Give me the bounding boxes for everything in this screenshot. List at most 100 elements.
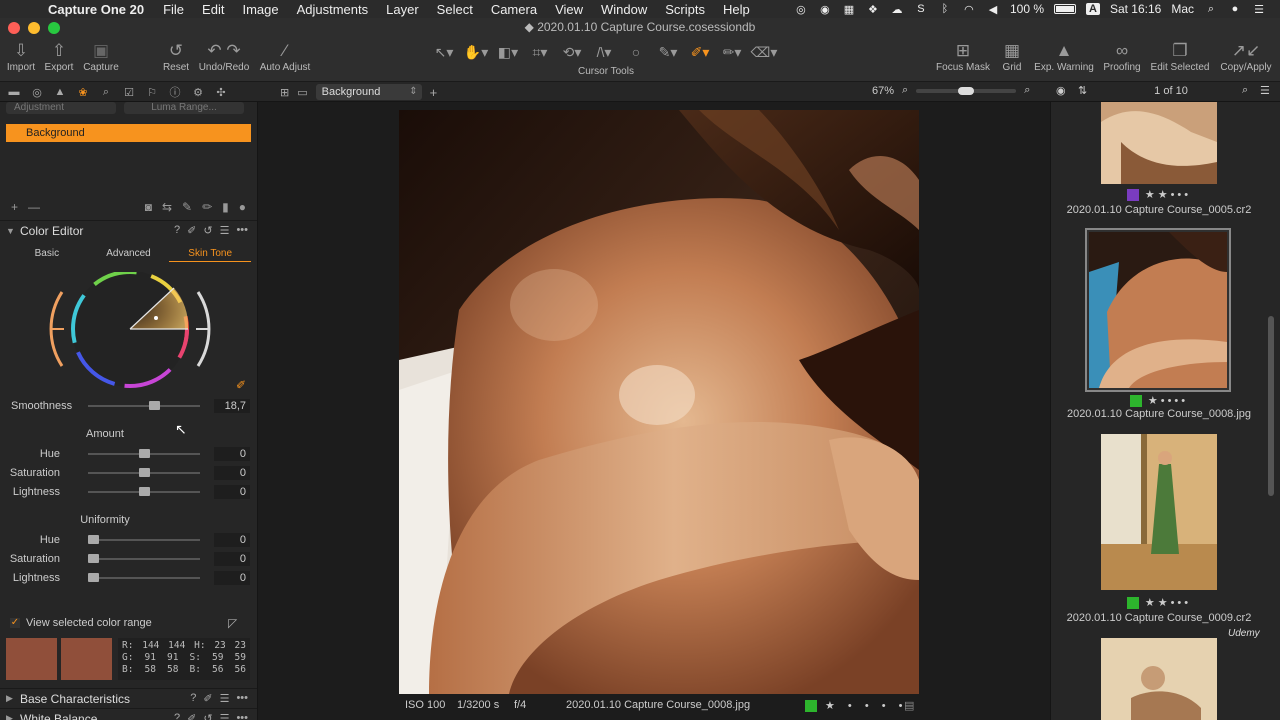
layer-mask-icon[interactable]: ◙: [140, 200, 157, 214]
reset-tool-icon[interactable]: ↺: [203, 224, 212, 237]
copy-apply-button[interactable]: ↗↙ Copy/Apply: [1216, 40, 1276, 73]
image-viewer[interactable]: [258, 102, 1050, 696]
uniformity-lightness-slider[interactable]: [88, 573, 200, 582]
slider-knob[interactable]: [139, 487, 150, 496]
more-icon[interactable]: •••: [236, 692, 248, 705]
presets-icon[interactable]: ☰: [220, 712, 230, 720]
siri-icon[interactable]: ●: [1228, 3, 1242, 15]
cloud-icon[interactable]: ☁: [890, 3, 904, 16]
spotlight-search-icon[interactable]: ⌕: [1204, 3, 1218, 15]
spot-removal-icon[interactable]: ○: [620, 44, 652, 60]
layer-row-background[interactable]: Background: [6, 124, 251, 142]
menu-help[interactable]: Help: [714, 2, 759, 17]
sync-icon[interactable]: ◉: [818, 3, 832, 16]
grid-view-icon[interactable]: ⊞: [280, 86, 289, 99]
rating-stars-icon[interactable]: ★★•••: [1145, 189, 1191, 201]
menu-view[interactable]: View: [546, 2, 592, 17]
eraser-icon[interactable]: ⌫▾: [748, 44, 780, 61]
smoothness-value[interactable]: 18,7: [214, 399, 250, 413]
uniformity-hue-value[interactable]: 0: [214, 533, 250, 547]
input-source[interactable]: A: [1086, 3, 1100, 15]
zoom-value[interactable]: 67%: [872, 85, 894, 97]
edit-selected-button[interactable]: ❐ Edit Selected: [1148, 40, 1212, 73]
bluetooth-icon[interactable]: ᛒ: [938, 3, 952, 15]
grid-button[interactable]: ▦ Grid: [998, 40, 1026, 73]
color-tag[interactable]: [1126, 596, 1139, 609]
color-tag[interactable]: [1126, 188, 1139, 201]
amount-saturation-value[interactable]: 0: [214, 466, 250, 480]
info-icon[interactable]: ▤: [904, 699, 914, 712]
keystone-icon[interactable]: /\▾: [588, 44, 620, 61]
dropbox-icon[interactable]: ❖: [866, 3, 880, 16]
select-cursor-icon[interactable]: ↖▾: [428, 44, 460, 61]
luma-range-button[interactable]: Luma Range...: [124, 102, 244, 114]
menu-image[interactable]: Image: [233, 2, 287, 17]
smoothness-track[interactable]: [88, 401, 200, 410]
skin-tone-color-wheel[interactable]: [40, 270, 216, 388]
add-layer-icon[interactable]: +: [430, 85, 438, 100]
output-tab-icon[interactable]: ⚙: [190, 84, 206, 100]
amount-hue-slider[interactable]: [88, 449, 200, 458]
picker-tool-icon[interactable]: ✐: [203, 692, 212, 705]
import-button[interactable]: ⇩ Import: [6, 40, 36, 73]
skype-icon[interactable]: S: [914, 3, 928, 15]
picker-icon[interactable]: ✎▾: [652, 44, 684, 61]
wifi-icon[interactable]: ◠: [962, 3, 976, 16]
expand-caret-icon[interactable]: ▶: [6, 713, 20, 720]
gradient-icon[interactable]: ▮: [217, 200, 234, 214]
base-characteristics-header[interactable]: ▶ Base Characteristics ? ✐ ☰ •••: [0, 688, 257, 708]
uniformity-hue-slider[interactable]: [88, 535, 200, 544]
auto-adjust-button[interactable]: ⁄ Auto Adjust: [256, 40, 314, 73]
grid-status-icon[interactable]: ▦: [842, 3, 856, 16]
zoom-out-icon[interactable]: ⌕: [902, 84, 908, 97]
pan-hand-icon[interactable]: ✋▾: [460, 44, 492, 61]
creative-cloud-icon[interactable]: ◎: [794, 3, 808, 16]
brush-layer-icon[interactable]: ✏: [197, 200, 217, 214]
uniformity-saturation-slider[interactable]: [88, 554, 200, 563]
browser-menu-icon[interactable]: ☰: [1260, 84, 1274, 97]
browser-scrollbar[interactable]: [1268, 316, 1274, 496]
pipette-icon[interactable]: ✎: [177, 200, 197, 214]
view-color-range-checkbox[interactable]: ✓: [10, 618, 20, 628]
clock[interactable]: Sat 16:16: [1110, 2, 1161, 16]
reset-button[interactable]: ↺ Reset: [160, 40, 192, 73]
rotate-icon[interactable]: ⟲▾: [556, 44, 588, 61]
focus-mask-button[interactable]: ⊞ Focus Mask: [932, 40, 994, 73]
batch-tab-icon[interactable]: ✣: [213, 84, 229, 100]
uniformity-saturation-value[interactable]: 0: [214, 552, 250, 566]
thumbnail-image[interactable]: [1089, 232, 1227, 388]
help-icon[interactable]: ?: [190, 692, 196, 705]
single-view-icon[interactable]: ▭: [297, 86, 307, 99]
browser-search-icon[interactable]: ⌕: [1242, 84, 1260, 97]
amount-saturation-slider[interactable]: [88, 468, 200, 477]
export-button[interactable]: ⇧ Export: [42, 40, 76, 73]
thumbnail-image[interactable]: [1101, 102, 1217, 184]
metadata-tab-icon[interactable]: ⓘ: [167, 84, 183, 100]
menu-select[interactable]: Select: [428, 2, 482, 17]
exp-warning-button[interactable]: ▲ Exp. Warning: [1030, 40, 1098, 73]
loupe-icon[interactable]: ◧▾: [492, 44, 524, 61]
uniformity-lightness-value[interactable]: 0: [214, 571, 250, 585]
skin-tone-picker-icon[interactable]: ✐▾: [684, 44, 716, 61]
proofing-button[interactable]: ∞ Proofing: [1100, 40, 1144, 73]
slider-knob[interactable]: [88, 573, 99, 582]
color-tag[interactable]: [1129, 394, 1142, 407]
presets-icon[interactable]: ☰: [220, 692, 230, 705]
layer-select[interactable]: Background: [315, 84, 422, 100]
battery-icon[interactable]: [1054, 4, 1076, 14]
slider-knob[interactable]: [139, 468, 150, 477]
capture-button[interactable]: ▣ Capture: [80, 40, 122, 73]
main-photo[interactable]: [399, 110, 919, 694]
menu-adjustments[interactable]: Adjustments: [288, 2, 378, 17]
user-name[interactable]: Mac: [1171, 2, 1194, 16]
thumbnail-image[interactable]: [1101, 638, 1217, 720]
menu-layer[interactable]: Layer: [377, 2, 428, 17]
presets-icon[interactable]: ☰: [220, 224, 230, 237]
capture-tab-icon[interactable]: ◎: [29, 84, 45, 100]
reset-tool-icon[interactable]: ↺: [203, 712, 212, 720]
remove-layer-icon[interactable]: —: [23, 200, 45, 214]
menu-file[interactable]: File: [154, 2, 193, 17]
zoom-in-icon[interactable]: ⌕: [1024, 84, 1030, 97]
color-editor-header[interactable]: ▼ Color Editor ? ✐ ↺ ☰ •••: [0, 220, 257, 240]
menu-edit[interactable]: Edit: [193, 2, 233, 17]
